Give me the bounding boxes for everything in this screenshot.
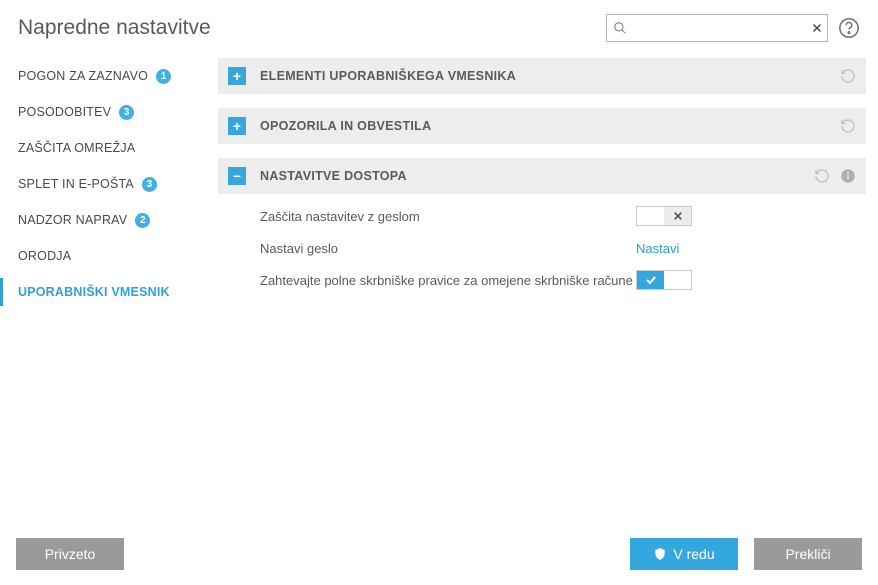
section-access-settings: – NASTAVITVE DOSTOPA Zaščita nastavitev … bbox=[218, 158, 866, 298]
reset-icon[interactable] bbox=[814, 168, 830, 184]
sidebar-item-label: UPORABNIŠKI VMESNIK bbox=[18, 285, 170, 299]
row-require-admin: Zahtevajte polne skrbniške pravice za om… bbox=[218, 264, 866, 296]
sidebar-item-web-email[interactable]: SPLET IN E-POŠTA 3 bbox=[0, 166, 218, 202]
sidebar-item-label: ZAŠČITA OMREŽJA bbox=[18, 141, 135, 155]
sidebar-item-network-protection[interactable]: ZAŠČITA OMREŽJA bbox=[0, 130, 218, 166]
search-input[interactable] bbox=[631, 21, 807, 36]
sidebar-item-update[interactable]: POSODOBITEV 3 bbox=[0, 94, 218, 130]
sidebar-item-label: ORODJA bbox=[18, 249, 71, 263]
clear-icon[interactable] bbox=[811, 22, 823, 34]
section-title: OPOZORILA IN OBVESTILA bbox=[260, 119, 431, 133]
row-label: Zaščita nastavitev z geslom bbox=[260, 209, 636, 224]
shield-icon bbox=[653, 547, 667, 561]
sidebar-item-label: NADZOR NAPRAV bbox=[18, 213, 127, 227]
section-title: NASTAVITVE DOSTOPA bbox=[260, 169, 407, 183]
section-title: ELEMENTI UPORABNIŠKEGA VMESNIKA bbox=[260, 69, 516, 83]
section-header[interactable]: + OPOZORILA IN OBVESTILA bbox=[218, 108, 866, 144]
row-label: Zahtevajte polne skrbniške pravice za om… bbox=[260, 273, 636, 288]
expand-button[interactable]: + bbox=[228, 67, 246, 85]
reset-icon[interactable] bbox=[840, 68, 856, 84]
help-icon bbox=[838, 17, 860, 39]
page-title: Napredne nastavitve bbox=[18, 16, 211, 40]
sidebar-item-user-interface[interactable]: UPORABNIŠKI VMESNIK bbox=[0, 274, 218, 310]
row-set-password: Nastavi geslo Nastavi bbox=[218, 232, 866, 264]
main-panel: + ELEMENTI UPORABNIŠKEGA VMESNIKA + OPOZ… bbox=[218, 52, 866, 512]
row-password-protect: Zaščita nastavitev z geslom bbox=[218, 200, 866, 232]
sidebar-item-label: POSODOBITEV bbox=[18, 105, 111, 119]
section-header[interactable]: – NASTAVITVE DOSTOPA bbox=[218, 158, 866, 194]
help-button[interactable] bbox=[838, 17, 860, 39]
sidebar-item-detection-engine[interactable]: POGON ZA ZAZNAVO 1 bbox=[0, 58, 218, 94]
toggle-require-admin[interactable] bbox=[636, 270, 692, 290]
badge: 3 bbox=[119, 105, 134, 120]
minus-icon: – bbox=[233, 168, 241, 182]
sidebar-item-device-control[interactable]: NADZOR NAPRAV 2 bbox=[0, 202, 218, 238]
collapse-button[interactable]: – bbox=[228, 167, 246, 185]
footer: Privzeto V redu Prekliči bbox=[0, 523, 878, 585]
ok-button[interactable]: V redu bbox=[630, 538, 738, 570]
search-icon bbox=[613, 21, 627, 35]
sidebar: POGON ZA ZAZNAVO 1 POSODOBITEV 3 ZAŠČITA… bbox=[0, 52, 218, 512]
sidebar-item-label: POGON ZA ZAZNAVO bbox=[18, 69, 148, 83]
expand-button[interactable]: + bbox=[228, 117, 246, 135]
sidebar-item-tools[interactable]: ORODJA bbox=[0, 238, 218, 274]
ok-label: V redu bbox=[673, 546, 714, 562]
badge: 1 bbox=[156, 69, 171, 84]
plus-icon: + bbox=[233, 119, 241, 133]
plus-icon: + bbox=[233, 69, 241, 83]
reset-icon[interactable] bbox=[840, 118, 856, 134]
section-header[interactable]: + ELEMENTI UPORABNIŠKEGA VMESNIKA bbox=[218, 58, 866, 94]
set-password-link[interactable]: Nastavi bbox=[636, 241, 679, 256]
badge: 3 bbox=[142, 177, 157, 192]
badge: 2 bbox=[135, 213, 150, 228]
section-ui-elements: + ELEMENTI UPORABNIŠKEGA VMESNIKA bbox=[218, 58, 866, 94]
sidebar-item-label: SPLET IN E-POŠTA bbox=[18, 177, 134, 191]
default-button[interactable]: Privzeto bbox=[16, 538, 124, 570]
cancel-button[interactable]: Prekliči bbox=[754, 538, 862, 570]
section-alerts: + OPOZORILA IN OBVESTILA bbox=[218, 108, 866, 144]
info-icon[interactable] bbox=[840, 168, 856, 184]
row-label: Nastavi geslo bbox=[260, 241, 636, 256]
toggle-password-protect[interactable] bbox=[636, 206, 692, 226]
search-box[interactable] bbox=[606, 14, 828, 42]
